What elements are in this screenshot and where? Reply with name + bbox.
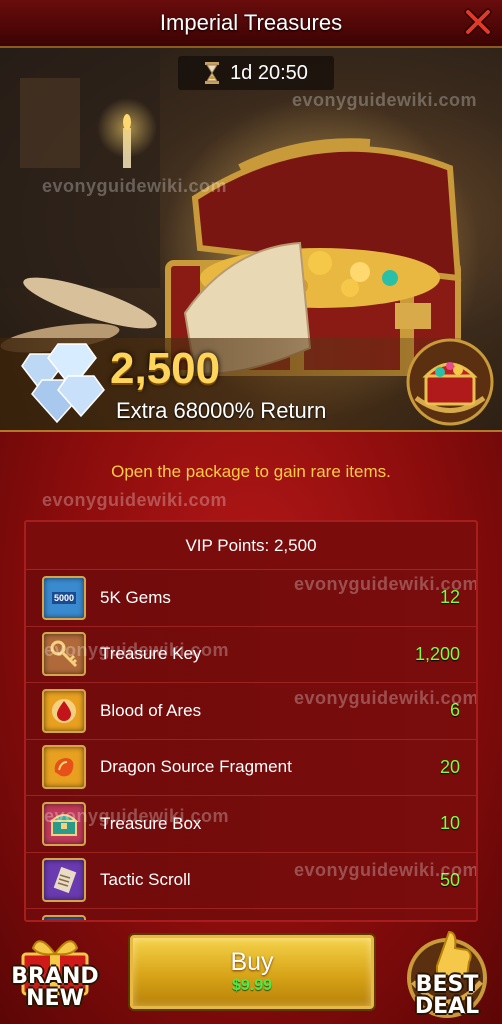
gem-chest-icon-label: 5000 <box>51 591 77 604</box>
watermark: evonyguidewiki.com <box>294 574 478 594</box>
diamond-icon <box>21 343 105 424</box>
best-deal-button[interactable]: BEST DEAL <box>394 922 500 1022</box>
item-name: Dragon Source Fragment <box>100 757 292 777</box>
hourglass-icon <box>205 62 220 84</box>
brand-new-line-2: NEW <box>26 986 84 1011</box>
item-quantity: 20 <box>439 756 460 777</box>
extra-return-text: Extra 68000% Return <box>116 398 327 423</box>
gem-chest-icon[interactable]: 5000 <box>42 575 86 620</box>
blood-drop-icon[interactable] <box>42 688 86 733</box>
hero-banner: 1d 20:50 evonyguidewiki.com evonyguidewi… <box>0 48 502 430</box>
close-button[interactable] <box>458 2 498 42</box>
scroll-icon <box>53 867 77 894</box>
close-icon <box>464 8 492 36</box>
price-label: $9.99 <box>231 976 273 994</box>
list-item <box>26 909 476 920</box>
brand-new-label: BRAND NEW <box>2 966 108 1010</box>
watermark: evonyguidewiki.com <box>292 90 478 110</box>
brand-new-button[interactable]: BRAND NEW <box>2 922 108 1022</box>
countdown-timer: 1d 20:50 <box>230 61 308 84</box>
brand-new-line-1: BRAND <box>11 964 99 989</box>
best-deal-label: BEST DEAL <box>394 974 500 1018</box>
list-item: Dragon Source Fragment 20 <box>26 739 476 796</box>
watermark: evonyguidewiki.com <box>44 806 230 826</box>
best-deal-line-1: BEST <box>415 972 479 997</box>
blood-drop-icon <box>52 698 76 723</box>
watermark: evonyguidewiki.com <box>42 176 228 196</box>
watermark: evonyguidewiki.com <box>42 490 228 510</box>
buy-label: Buy <box>230 948 274 977</box>
item-icon[interactable] <box>42 914 86 920</box>
buy-button[interactable]: Buy $9.99 <box>130 935 374 1009</box>
item-quantity: 1,200 <box>414 643 460 664</box>
watermark: evonyguidewiki.com <box>44 640 230 660</box>
dragon-fragment-icon[interactable] <box>42 745 86 790</box>
vip-points: VIP Points: 2,500 <box>26 522 476 570</box>
page-title: Imperial Treasures <box>159 10 343 35</box>
item-list-panel[interactable]: VIP Points: 2,500 5000 5K Gems 12 Treasu… <box>24 520 478 922</box>
package-description: Open the package to gain rare items. <box>111 462 391 481</box>
header-bar: Imperial Treasures <box>0 0 502 48</box>
treasure-chest-badge-icon <box>406 338 494 426</box>
dragon-fragment-icon <box>54 758 74 777</box>
item-quantity: 10 <box>439 813 460 834</box>
timer-bar: 1d 20:50 <box>178 56 334 90</box>
watermark: evonyguidewiki.com <box>294 860 478 880</box>
scroll-icon[interactable] <box>42 858 86 903</box>
watermark: evonyguidewiki.com <box>294 688 478 708</box>
best-deal-line-2: DEAL <box>414 994 480 1019</box>
gem-amount: 2,500 <box>110 344 221 393</box>
